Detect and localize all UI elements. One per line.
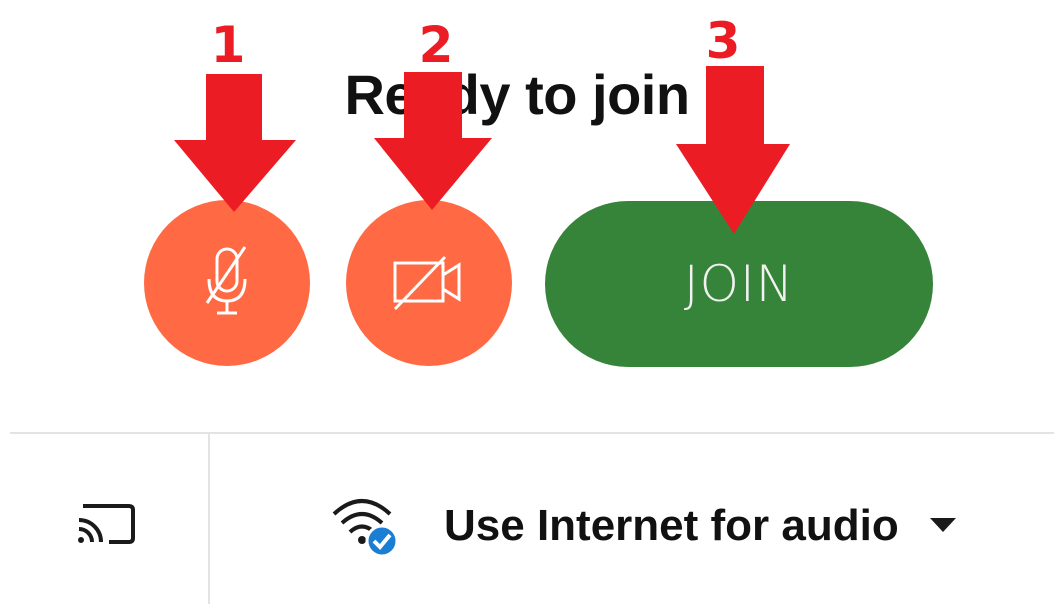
annotation-arrow-1 [174, 74, 296, 212]
divider [10, 432, 1054, 434]
cast-icon [78, 504, 135, 544]
annotation-arrow-2 [374, 72, 492, 210]
annotation-number-3: 3 [705, 12, 741, 70]
page-title: Ready to join [344, 63, 690, 126]
annotation-number-1: 1 [210, 16, 246, 74]
mic-off-icon [205, 246, 247, 315]
cast-button[interactable] [75, 500, 137, 551]
video-off-icon [393, 255, 461, 311]
mute-microphone-button[interactable] [144, 200, 310, 366]
divider-vertical [208, 433, 210, 604]
toggle-camera-button[interactable] [346, 200, 512, 366]
annotation-number-2: 2 [418, 16, 454, 74]
wifi-check-icon [330, 496, 400, 565]
annotation-arrow-3 [676, 66, 790, 234]
caret-down-icon [930, 518, 956, 532]
audio-option-label: Use Internet for audio [444, 501, 899, 550]
